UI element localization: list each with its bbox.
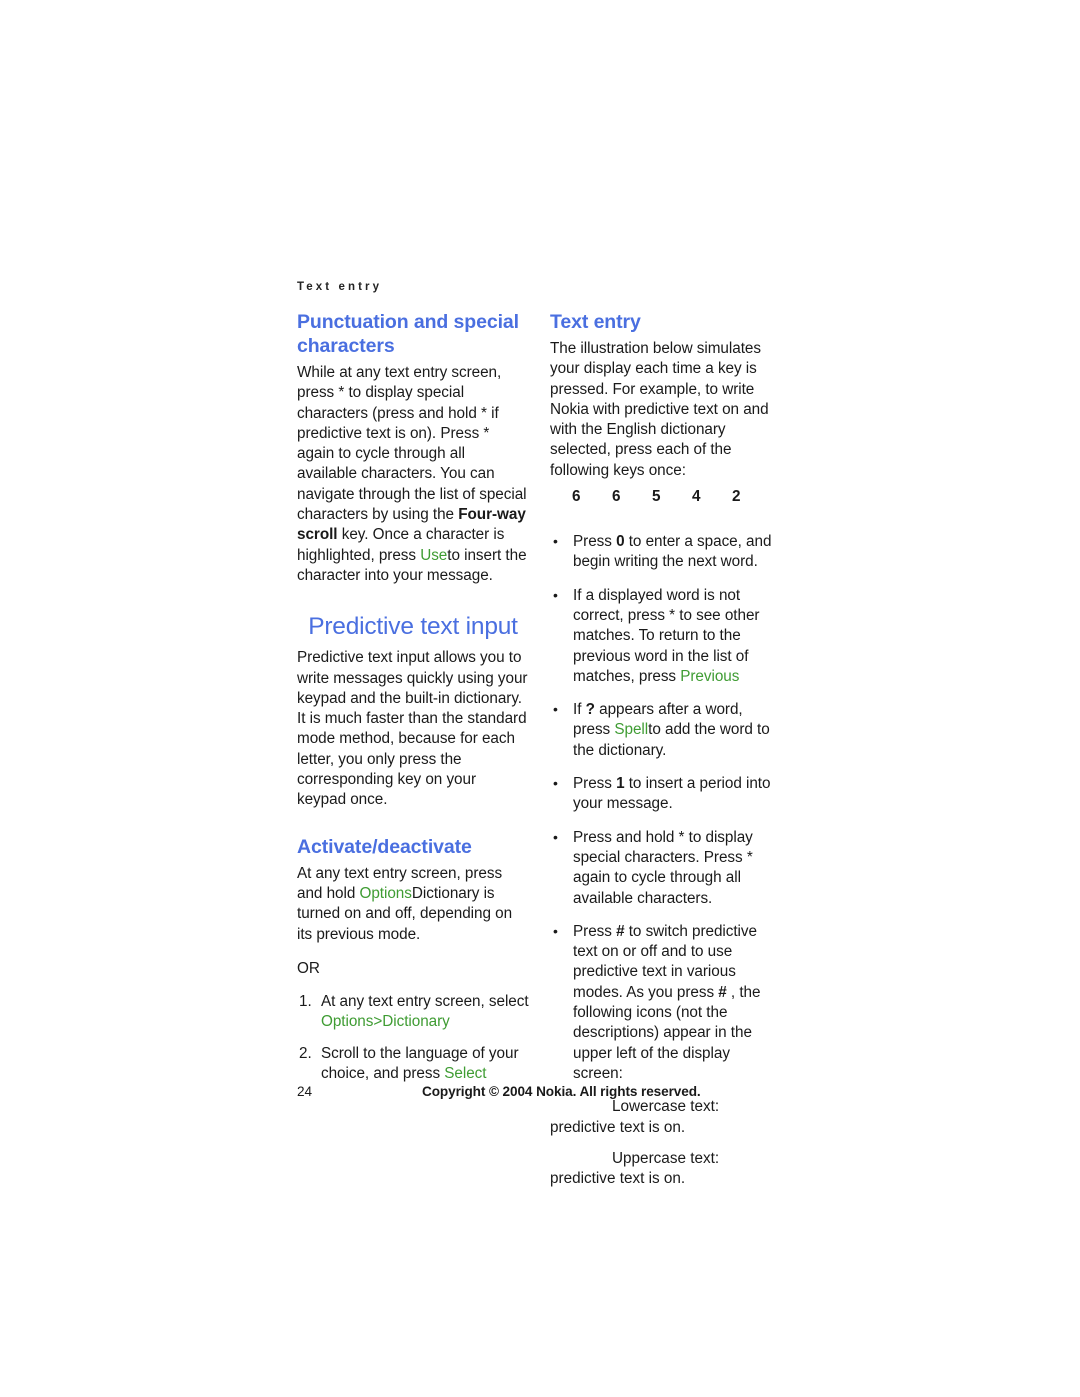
step2-text: Scroll to the language of your choice, a…: [321, 1044, 519, 1083]
softkey-select-label: Select: [444, 1065, 487, 1083]
activate-steps-list: At any text entry screen, select Options…: [297, 992, 529, 1084]
list-item-bullet-5: Press and hold * to display special char…: [550, 827, 782, 909]
running-header: Text entry: [297, 281, 383, 293]
heading-activate-deactivate: Activate/deactivate: [297, 835, 472, 858]
list-item-step-2: Scroll to the language of your choice, a…: [297, 1044, 529, 1085]
heading-text-entry: Text entry: [550, 311, 641, 333]
uppercase-desc: predictive text is on.: [550, 1170, 686, 1188]
key-1: 6: [572, 488, 581, 506]
step1-text: At any text entry screen, select: [321, 993, 529, 1011]
punctuation-text-part1: While at any text entry screen, press * …: [297, 364, 527, 524]
key-hash-bold-1: #: [616, 922, 625, 940]
paragraph-activate: At any text entry screen, press and hold…: [297, 864, 529, 945]
menu-options-label: Options: [321, 1013, 374, 1031]
bullet3-pre: If: [573, 701, 586, 719]
key-3: 5: [652, 488, 661, 506]
paragraph-text-entry-intro: The illustration below simulates your di…: [550, 340, 769, 479]
list-item-bullet-2: If a displayed word is not correct, pres…: [550, 585, 782, 687]
lowercase-desc: predictive text is on.: [550, 1118, 686, 1136]
bullet1-pre: Press: [573, 533, 617, 551]
question-mark-bold: ?: [585, 701, 595, 719]
copyright-notice: Copyright © 2004 Nokia. All rights reser…: [422, 1084, 701, 1099]
softkey-use-label: Use: [420, 546, 448, 564]
left-column: Punctuation and special characters While…: [297, 310, 529, 1095]
key-2: 6: [612, 488, 621, 506]
menu-separator-icon: >: [373, 1013, 383, 1031]
bullet4-pre: Press: [573, 775, 617, 793]
or-separator: OR: [297, 959, 320, 977]
key-hash-bold-2: #: [718, 983, 727, 1001]
icon-description-lowercase: Lowercase text: predictive text is on.: [550, 1097, 782, 1138]
page-number: 24: [297, 1084, 313, 1099]
list-item-bullet-4: Press 1 to insert a period into your mes…: [550, 773, 782, 815]
key-4: 4: [692, 488, 701, 506]
list-item-bullet-6: Press # to switch predictive text on or …: [550, 921, 782, 1084]
key-one-bold: 1: [616, 775, 625, 793]
bullet6-pre: Press: [573, 922, 617, 940]
chapter-heading-predictive-text-input: Predictive text input: [308, 613, 518, 641]
paragraph-punctuation: While at any text entry screen, press * …: [297, 363, 529, 586]
paragraph-predictive-text-intro: Predictive text input allows you to writ…: [297, 649, 528, 809]
lowercase-label: Lowercase text:: [612, 1098, 720, 1116]
menu-dictionary-label: Dictionary: [382, 1013, 450, 1031]
key-5: 2: [732, 488, 741, 506]
list-item-step-1: At any text entry screen, select Options…: [297, 992, 529, 1033]
key-sequence-row: 6 6 5 4 2: [572, 488, 772, 506]
icon-description-uppercase: Uppercase text: predictive text is on.: [550, 1149, 782, 1190]
right-column: Text entry The illustration below simula…: [550, 310, 782, 1189]
key-zero-bold: 0: [616, 533, 625, 551]
list-item-bullet-1: Press 0 to enter a space, and begin writ…: [550, 531, 782, 573]
bullet5-pre: Press and hold * to display special char…: [573, 828, 753, 907]
text-entry-bullet-list: Press 0 to enter a space, and begin writ…: [550, 531, 782, 1084]
manual-page: Text entry Punctuation and special chara…: [0, 0, 1080, 1397]
softkey-spell-label: Spell: [614, 721, 649, 739]
uppercase-label: Uppercase text:: [612, 1149, 720, 1167]
softkey-options-label: Options: [359, 884, 412, 902]
heading-punctuation-and-special-characters: Punctuation and special characters: [297, 311, 519, 357]
softkey-previous-label: Previous: [680, 667, 740, 685]
list-item-bullet-3: If ? appears after a word, press Spellto…: [550, 699, 782, 761]
